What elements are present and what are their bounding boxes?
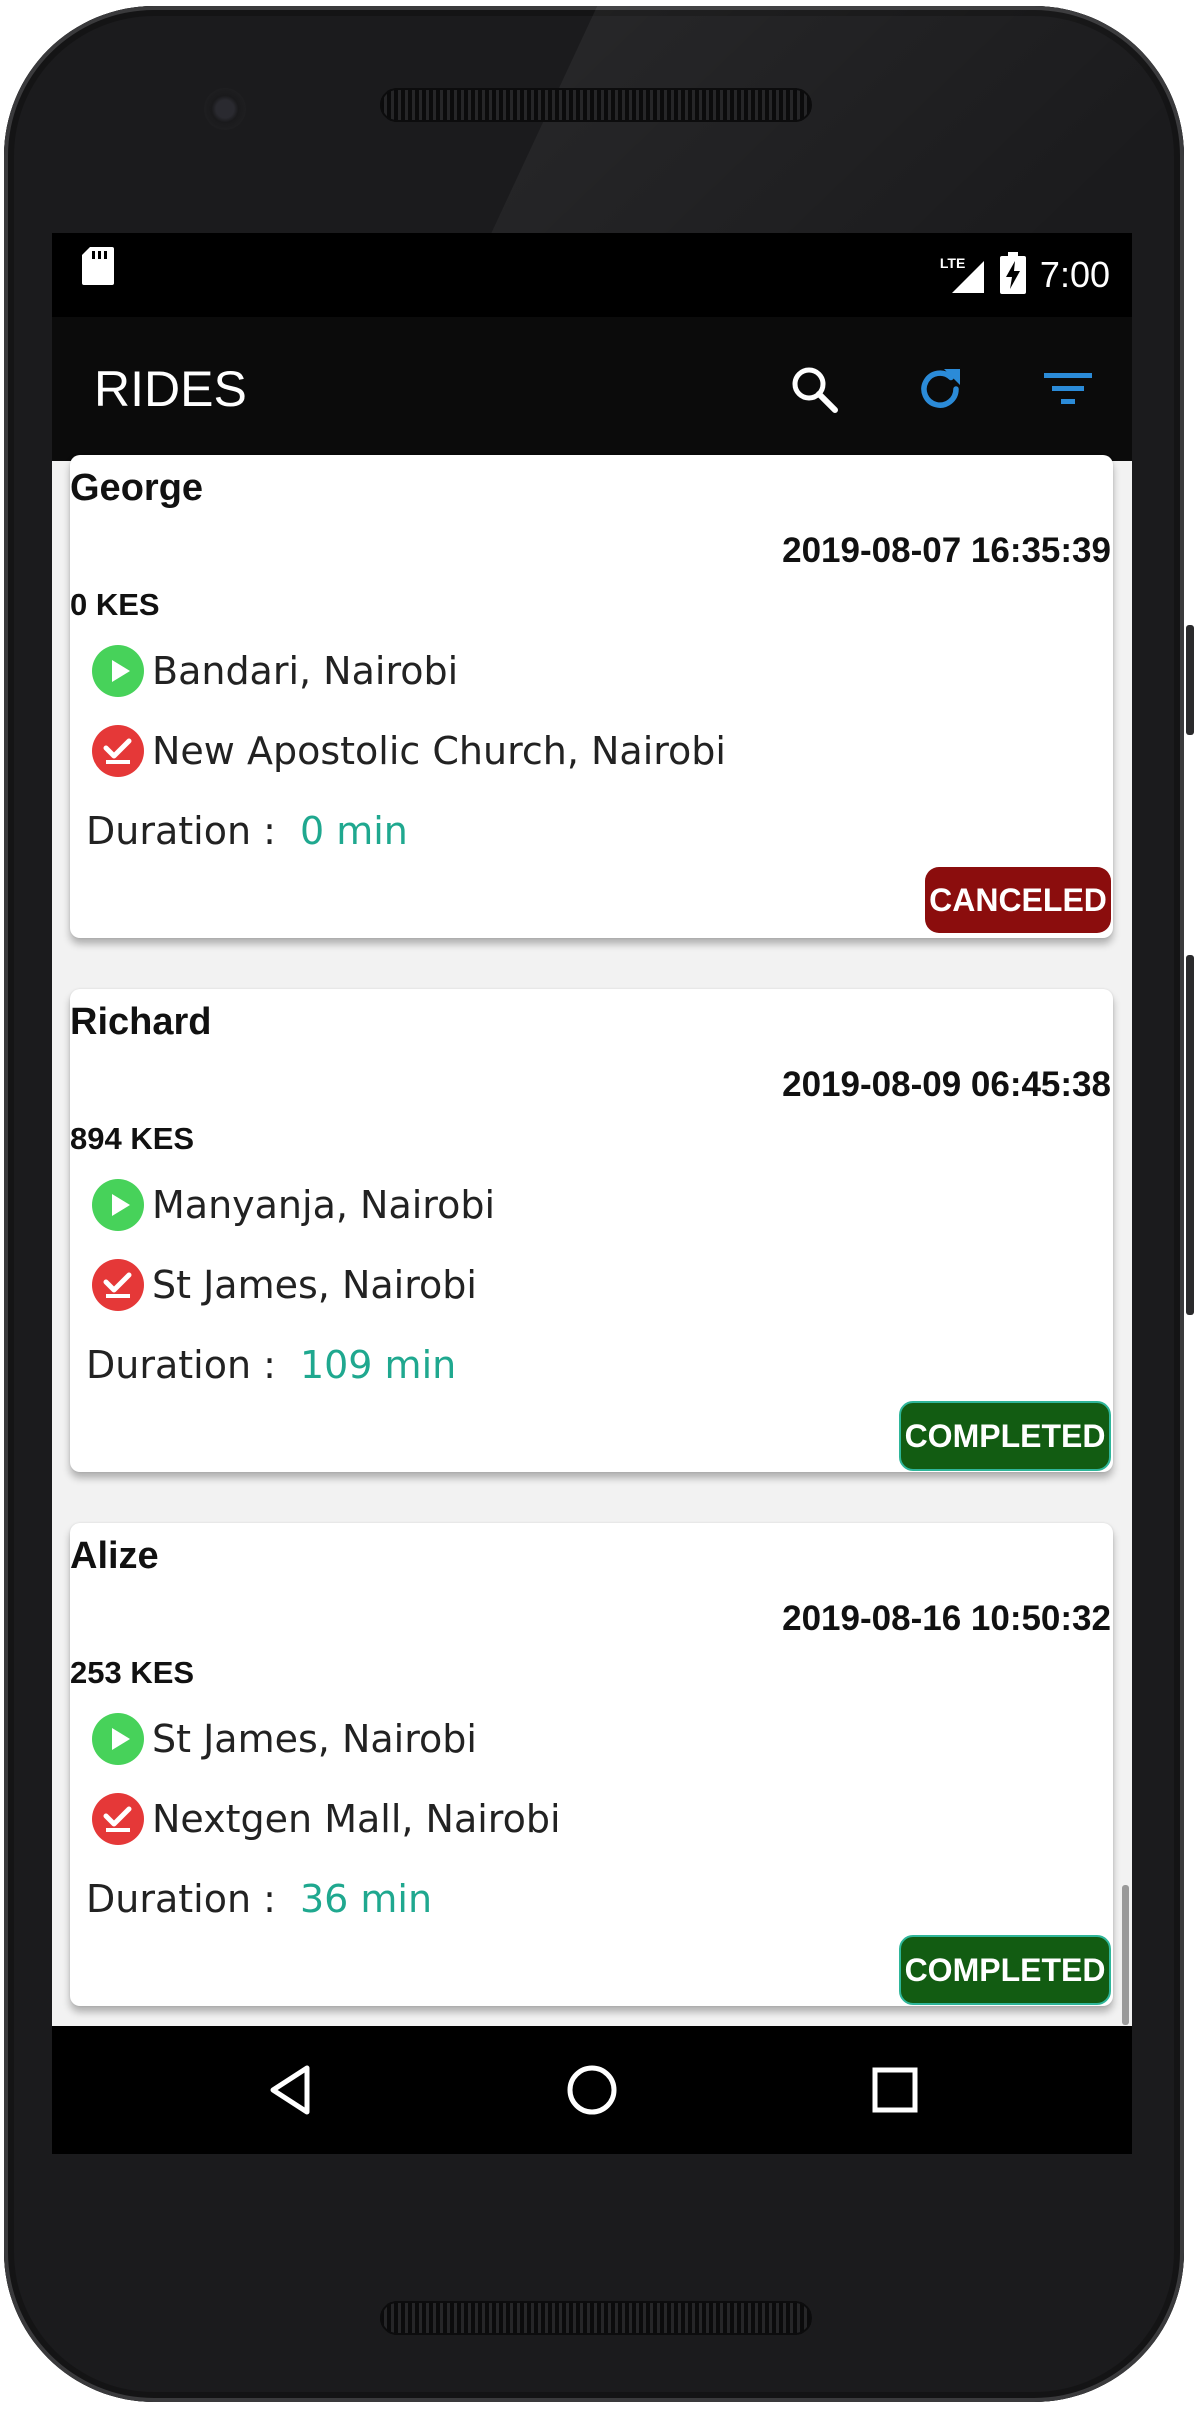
rider-name: George bbox=[70, 467, 204, 509]
duration-value: 109 min bbox=[299, 1343, 457, 1387]
dropoff-row: St James, Nairobi bbox=[92, 1257, 477, 1313]
duration-row: Duration : 109 min bbox=[86, 1335, 456, 1395]
duration-label: Duration : bbox=[86, 809, 276, 853]
recents-icon bbox=[872, 2067, 918, 2113]
home-icon bbox=[567, 2065, 617, 2115]
phone-frame: LTE 7:00 RIDES George 2019-08-07 16:35:3… bbox=[0, 0, 1194, 2409]
duration-value: 0 min bbox=[299, 809, 408, 853]
scrollbar[interactable] bbox=[1122, 1885, 1129, 2025]
ride-date: 2019-08-16 10:50:32 bbox=[782, 1599, 1111, 1638]
status-badge: CANCELED bbox=[925, 867, 1111, 933]
status-bar: LTE 7:00 bbox=[52, 233, 1132, 317]
duration-value: 36 min bbox=[299, 1877, 433, 1921]
pickup-location: Bandari, Nairobi bbox=[152, 649, 459, 693]
lte-signal-icon: LTE bbox=[940, 255, 986, 295]
destination-check-icon bbox=[92, 1793, 144, 1845]
nav-bar bbox=[52, 2026, 1132, 2154]
status-badge: COMPLETED bbox=[899, 1935, 1111, 2005]
refresh-icon bbox=[921, 369, 960, 408]
bottom-speaker bbox=[380, 2301, 812, 2335]
filter-button[interactable] bbox=[1036, 357, 1100, 421]
dropoff-location: New Apostolic Church, Nairobi bbox=[152, 729, 726, 773]
duration-row: Duration : 36 min bbox=[86, 1869, 432, 1929]
refresh-button[interactable] bbox=[908, 357, 972, 421]
dropoff-row: Nextgen Mall, Nairobi bbox=[92, 1791, 561, 1847]
recents-button[interactable] bbox=[855, 2050, 935, 2130]
ride-card[interactable]: Richard 2019-08-09 06:45:38 894 KES Many… bbox=[70, 989, 1113, 1472]
search-button[interactable] bbox=[782, 357, 846, 421]
volume-button bbox=[1186, 955, 1194, 1315]
power-button bbox=[1186, 625, 1194, 735]
search-icon bbox=[792, 367, 838, 413]
duration-row: Duration : 0 min bbox=[86, 801, 408, 861]
destination-check-icon bbox=[92, 725, 144, 777]
back-icon bbox=[270, 2065, 310, 2115]
status-time: 7:00 bbox=[1039, 254, 1110, 295]
ride-card[interactable]: George 2019-08-07 16:35:39 0 KES Bandari… bbox=[70, 455, 1113, 938]
duration-label: Duration : bbox=[86, 1877, 276, 1921]
rider-name: Alize bbox=[70, 1535, 159, 1577]
ride-card[interactable]: Alize 2019-08-16 10:50:32 253 KES St Jam… bbox=[70, 1523, 1113, 2006]
app-bar: RIDES bbox=[52, 317, 1132, 461]
play-circle-icon bbox=[92, 1179, 144, 1231]
filter-icon bbox=[1044, 373, 1092, 404]
play-circle-icon bbox=[92, 645, 144, 697]
ride-date: 2019-08-07 16:35:39 bbox=[782, 531, 1111, 570]
status-badge: COMPLETED bbox=[899, 1401, 1111, 1471]
dropoff-location: Nextgen Mall, Nairobi bbox=[152, 1797, 561, 1841]
pickup-location: St James, Nairobi bbox=[152, 1717, 477, 1761]
page-title: RIDES bbox=[94, 361, 247, 417]
home-button[interactable] bbox=[552, 2050, 632, 2130]
ride-fare: 253 KES bbox=[70, 1655, 195, 1690]
back-button[interactable] bbox=[251, 2050, 331, 2130]
sd-card-icon bbox=[82, 247, 114, 285]
screen: LTE 7:00 RIDES George 2019-08-07 16:35:3… bbox=[52, 233, 1132, 2154]
pickup-row: Bandari, Nairobi bbox=[92, 643, 458, 699]
ride-date: 2019-08-09 06:45:38 bbox=[782, 1065, 1111, 1104]
play-circle-icon bbox=[92, 1713, 144, 1765]
ride-fare: 0 KES bbox=[70, 587, 160, 622]
pickup-row: Manyanja, Nairobi bbox=[92, 1177, 495, 1233]
pickup-location: Manyanja, Nairobi bbox=[152, 1183, 496, 1227]
dropoff-row: New Apostolic Church, Nairobi bbox=[92, 723, 726, 779]
ride-list: George 2019-08-07 16:35:39 0 KES Bandari… bbox=[52, 455, 1132, 2154]
rider-name: Richard bbox=[70, 1001, 212, 1043]
pickup-row: St James, Nairobi bbox=[92, 1711, 477, 1767]
duration-label: Duration : bbox=[86, 1343, 276, 1387]
status-right: LTE 7:00 bbox=[940, 233, 1110, 317]
battery-charging-icon bbox=[999, 252, 1026, 298]
dropoff-location: St James, Nairobi bbox=[152, 1263, 477, 1307]
front-camera bbox=[204, 88, 246, 130]
ride-fare: 894 KES bbox=[70, 1121, 195, 1156]
destination-check-icon bbox=[92, 1259, 144, 1311]
top-speaker bbox=[380, 88, 812, 122]
